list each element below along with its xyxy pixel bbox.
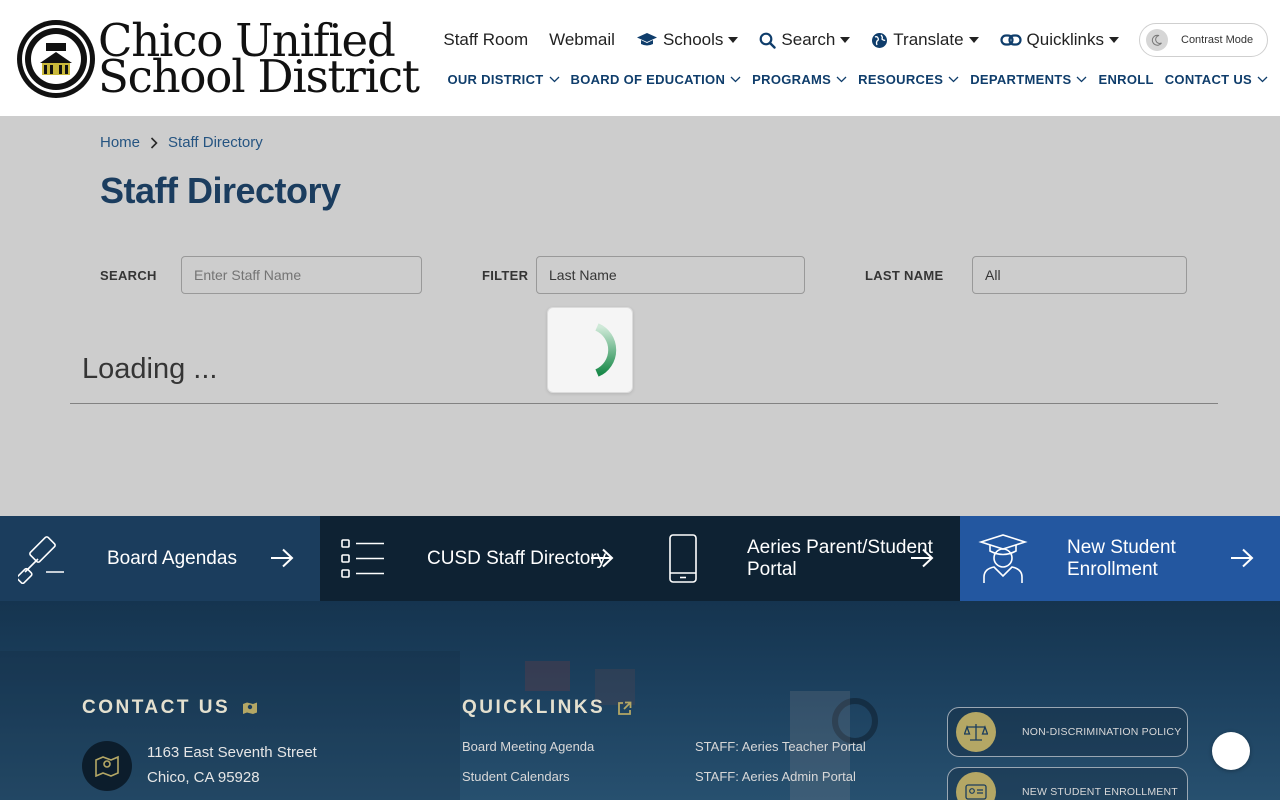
utility-nav: Staff Room Webmail Schools Search Transl… [422,23,1268,57]
map-icon [95,755,119,777]
chevron-down-icon [1077,76,1087,83]
globe-icon [872,32,888,48]
arrow-right-icon [591,548,614,568]
nav-departments[interactable]: DEPARTMENTS [970,72,1087,87]
non-discrimination-policy-button[interactable]: NON-DISCRIMINATION POLICY [947,707,1188,757]
id-card-icon [965,784,987,800]
nav-our-district-label: OUR DISTRICT [447,72,544,87]
nav-board-of-education[interactable]: BOARD OF EDUCATION [571,72,742,87]
caret-down-icon [968,37,979,43]
tile-board-agendas[interactable]: Board Agendas [0,516,320,601]
footer-link-aeries-admin[interactable]: STAFF: Aeries Admin Portal [695,769,856,784]
tile-staff-directory[interactable]: CUSD Staff Directory [320,516,640,601]
staff-room-label: Staff Room [443,30,529,49]
site-header: Chico Unified School District Staff Room… [0,0,1280,116]
chevron-down-icon [948,76,959,83]
district-logo[interactable]: Chico Unified School District [16,18,420,103]
nav-enroll-label: ENROLL [1098,72,1154,87]
mobile-icon [669,534,697,583]
map-marker-icon [243,702,258,714]
footer-link-aeries-teacher[interactable]: STAFF: Aeries Teacher Portal [695,739,866,754]
nav-resources-label: RESOURCES [858,72,944,87]
address-city: Chico, CA 95928 [147,769,260,786]
moon-icon [1151,34,1162,46]
policy-icon-circle [956,772,996,800]
contrast-mode-toggle[interactable]: Contrast Mode [1139,23,1268,57]
translate-label: Translate [893,30,964,49]
translate-dropdown[interactable]: Translate [871,30,979,50]
address-street: 1163 East Seventh Street [147,744,317,761]
schools-label: Schools [662,30,724,49]
webmail-link[interactable]: Webmail [549,30,615,50]
webmail-label: Webmail [549,30,615,49]
loading-spinner [547,307,633,393]
policy-icon-circle [956,712,996,752]
arrow-right-icon [911,548,934,568]
nav-resources[interactable]: RESOURCES [858,72,959,87]
footer-link-student-calendars[interactable]: Student Calendars [462,769,570,784]
quick-tiles: Board Agendas CUSD Staff Directory Aerie… [0,516,1280,601]
district-seal-icon [17,20,95,98]
tile-new-student-enrollment[interactable]: New Student Enrollment [960,516,1280,601]
graduation-cap-icon [636,33,657,46]
nav-enroll[interactable]: ENROLL [1098,72,1153,87]
district-name: Chico Unified School District [98,18,420,103]
chevron-down-icon [836,76,847,83]
footer-contact-heading: CONTACT US [82,697,258,719]
nav-board-label: BOARD OF EDUCATION [570,72,726,87]
district-name-line2: School District [98,50,420,103]
scales-icon [964,724,988,741]
chat-widget-button[interactable] [1212,732,1250,770]
address-icon-circle [82,741,132,791]
nav-departments-label: DEPARTMENTS [970,72,1072,87]
quicklinks-label: Quicklinks [1026,30,1104,49]
search-dropdown[interactable]: Search [759,30,851,50]
quicklinks-dropdown[interactable]: Quicklinks [999,30,1119,50]
caret-down-icon [840,37,851,43]
schools-dropdown[interactable]: Schools [636,30,739,50]
arrow-right-icon [271,548,294,568]
nav-contact-us[interactable]: CONTACT US [1165,72,1268,87]
quicklinks-heading-text: QUICKLINKS [462,697,606,718]
nav-programs-label: PROGRAMS [752,72,832,87]
tile-aeries-portal[interactable]: Aeries Parent/Student Portal [640,516,960,601]
spinner-icon [595,323,617,377]
policy-label: NON-DISCRIMINATION POLICY [1022,726,1182,738]
chevron-down-icon [549,76,559,83]
chevron-down-icon [730,76,741,83]
main-nav: OUR DISTRICT BOARD OF EDUCATION PROGRAMS… [436,72,1268,87]
site-footer: CONTACT US 1163 East Seventh Street Chic… [0,601,1280,800]
nav-contact-label: CONTACT US [1164,72,1252,87]
caret-down-icon [1109,37,1119,43]
nav-our-district[interactable]: OUR DISTRICT [447,72,559,87]
footer-link-board-meeting-agenda[interactable]: Board Meeting Agenda [462,739,594,754]
chevron-down-icon [1257,76,1268,83]
link-icon [999,34,1022,46]
nav-programs[interactable]: PROGRAMS [752,72,847,87]
external-link-icon [618,701,632,715]
footer-quicklinks-heading: QUICKLINKS [462,697,632,719]
policy-label: NEW STUDENT ENROLLMENT [1022,786,1178,798]
search-label: Search [781,30,836,49]
new-student-enrollment-button[interactable]: NEW STUDENT ENROLLMENT [947,767,1188,800]
search-icon [760,32,777,49]
list-icon [341,539,384,578]
arrow-right-icon [1231,548,1254,568]
contrast-mode-label: Contrast Mode [1181,34,1254,46]
loading-overlay [0,116,1280,516]
caret-down-icon [728,37,739,43]
graduate-icon [978,534,1028,583]
contrast-toggle-knob [1146,29,1168,51]
contact-heading-text: CONTACT US [82,697,231,718]
staff-room-link[interactable]: Staff Room [443,30,528,50]
gavel-icon [18,536,64,584]
